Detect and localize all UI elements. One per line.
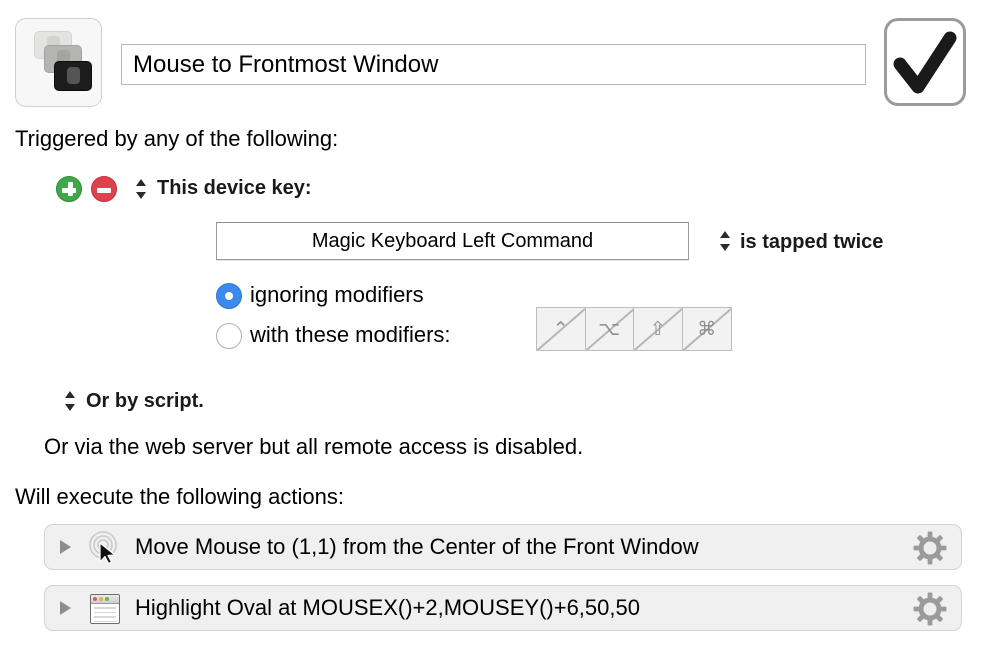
macro-icon-button[interactable] <box>15 18 102 107</box>
action-row[interactable]: Highlight Oval at MOUSEX()+2,MOUSEY()+6,… <box>44 585 962 631</box>
chevron-up-down-icon <box>720 231 730 251</box>
modifier-control[interactable]: ⌃ <box>537 308 586 350</box>
modifier-option[interactable]: ⌥ <box>585 308 634 350</box>
device-key-popup[interactable]: Magic Keyboard Left Command <box>216 222 689 260</box>
trigger-type-stepper[interactable] <box>134 177 148 201</box>
macro-enabled-checkbox[interactable] <box>884 18 966 106</box>
remove-trigger-button[interactable] <box>91 176 117 202</box>
modifier-command[interactable]: ⌘ <box>682 308 731 350</box>
gear-icon[interactable] <box>913 592 947 626</box>
mouse-cursor-ripple-icon <box>87 530 123 566</box>
disclosure-triangle-icon[interactable] <box>60 540 71 554</box>
window-icon <box>87 591 123 627</box>
radio-ignoring-modifiers[interactable] <box>216 283 242 309</box>
modifier-shift[interactable]: ⇧ <box>634 308 683 350</box>
modifier-keys-group[interactable]: ⌃ ⌥ ⇧ ⌘ <box>536 307 732 351</box>
web-server-note: Or via the web server but all remote acc… <box>44 434 584 459</box>
trigger-section-heading: Triggered by any of the following: <box>15 126 339 151</box>
tap-condition-stepper[interactable] <box>718 229 732 253</box>
trigger-type-label[interactable]: This device key: <box>157 177 312 200</box>
macro-name-input[interactable] <box>121 44 866 85</box>
option-icon: ⌥ <box>598 318 621 340</box>
macro-header <box>0 0 988 118</box>
add-trigger-button[interactable] <box>56 176 82 202</box>
actions-section-heading: Will execute the following actions: <box>15 484 344 509</box>
control-icon: ⌃ <box>552 318 569 340</box>
action-title: Highlight Oval at MOUSEX()+2,MOUSEY()+6,… <box>135 595 640 620</box>
chevron-up-down-icon <box>65 391 75 411</box>
disclosure-triangle-icon[interactable] <box>60 601 71 615</box>
script-trigger-stepper[interactable] <box>63 389 77 413</box>
shift-icon: ⇧ <box>649 318 666 340</box>
action-row[interactable]: Move Mouse to (1,1) from the Center of t… <box>44 524 962 570</box>
action-title: Move Mouse to (1,1) from the Center of t… <box>135 534 699 559</box>
gear-icon[interactable] <box>913 531 947 565</box>
keyboard-keys-stack-icon <box>16 19 101 106</box>
radio-with-these-modifiers[interactable] <box>216 323 242 349</box>
radio-with-these-modifiers-label[interactable]: with these modifiers: <box>250 322 451 348</box>
script-trigger-label[interactable]: Or by script. <box>86 390 204 413</box>
tap-condition-label[interactable]: is tapped twice <box>740 231 883 254</box>
chevron-up-down-icon <box>136 179 146 199</box>
checkmark-icon <box>893 31 957 94</box>
radio-ignoring-modifiers-label[interactable]: ignoring modifiers <box>250 282 424 308</box>
command-icon: ⌘ <box>697 318 717 340</box>
